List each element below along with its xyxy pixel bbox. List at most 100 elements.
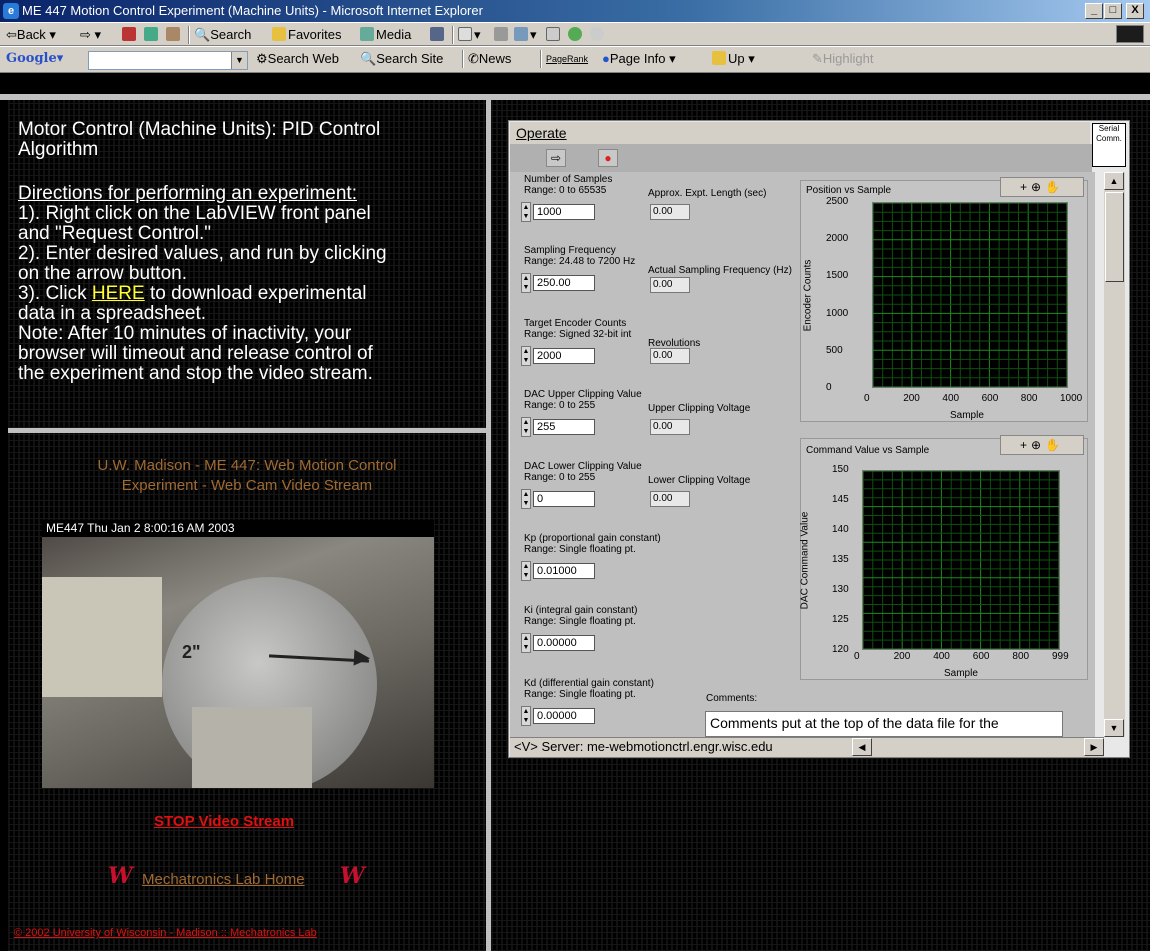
increment-decrement-spinner[interactable]: ▲ ▼ bbox=[521, 346, 531, 366]
uw-logo-right-icon: W bbox=[340, 863, 365, 889]
up-button[interactable]: Up ▾ bbox=[712, 50, 755, 68]
standard-toolbar: ⇦Back ▾ ⇨ ▾ 🔍Search Favorites Media ▾ ▾ bbox=[0, 22, 1150, 46]
scroll-up-button[interactable]: ▲ bbox=[1104, 172, 1124, 190]
google-menu-button[interactable]: Google▾ bbox=[6, 50, 63, 68]
edit-button[interactable]: ▾ bbox=[514, 26, 537, 44]
increment-decrement-spinner[interactable]: ▲ ▼ bbox=[521, 561, 531, 581]
discuss-icon bbox=[546, 27, 560, 41]
maximize-button[interactable]: □ bbox=[1104, 3, 1122, 19]
indicator-value: 0.00 bbox=[650, 204, 690, 220]
toolbar-separator bbox=[540, 50, 542, 68]
media-button[interactable]: Media bbox=[360, 26, 411, 44]
print-button[interactable] bbox=[494, 26, 510, 44]
graph-palette[interactable]: +⊕✋ bbox=[1000, 177, 1084, 197]
disk-size-label: 2" bbox=[182, 642, 201, 662]
run-arrow-button[interactable]: ⇨ bbox=[546, 149, 566, 167]
y-tick-label: 500 bbox=[826, 344, 843, 356]
y-tick-label: 0 bbox=[826, 382, 832, 393]
control-value-input[interactable]: 250.00 bbox=[533, 275, 595, 291]
control-value-input[interactable]: 0.00000 bbox=[533, 708, 595, 724]
page-info-button[interactable]: ●Page Info ▾ bbox=[602, 50, 676, 68]
search-button[interactable]: 🔍Search bbox=[194, 26, 251, 44]
favorites-button[interactable]: Favorites bbox=[272, 26, 341, 44]
close-button[interactable]: X bbox=[1126, 3, 1144, 19]
forward-button[interactable]: ⇨ ▾ bbox=[80, 26, 101, 44]
home-button[interactable] bbox=[166, 26, 182, 44]
scroll-right-button[interactable]: ▶ bbox=[1084, 738, 1104, 756]
search-site-button[interactable]: 🔍Search Site bbox=[360, 50, 443, 68]
window-title-bar[interactable]: e ME 447 Motion Control Experiment (Mach… bbox=[0, 0, 1150, 22]
copyright-link[interactable]: © 2002 University of Wisconsin - Madison… bbox=[14, 927, 317, 939]
mail-button[interactable]: ▾ bbox=[458, 26, 481, 44]
uw-logo-left-icon: W bbox=[108, 863, 133, 889]
operate-menu[interactable]: Operate bbox=[510, 122, 1090, 144]
research-button[interactable] bbox=[590, 26, 606, 44]
control-value-input[interactable]: 2000 bbox=[533, 348, 595, 364]
command-graph-title: Command Value vs Sample bbox=[806, 445, 930, 456]
labview-toolbar: ⇨ ● bbox=[510, 144, 1092, 172]
directions-header: Directions for performing an experiment: bbox=[18, 183, 357, 204]
stop-button[interactable] bbox=[122, 26, 138, 44]
edit-icon bbox=[514, 27, 528, 41]
control-range: Range: 0 to 65535 bbox=[524, 185, 607, 196]
discuss-button[interactable] bbox=[546, 26, 562, 44]
mechatronics-home-link[interactable]: Mechatronics Lab Home bbox=[142, 871, 305, 888]
command-plot-area[interactable] bbox=[862, 470, 1061, 651]
panel-horizontal-scrollbar[interactable]: ◀ ▶ bbox=[852, 737, 1104, 757]
comments-textbox[interactable]: Comments put at the top of the data file… bbox=[705, 711, 1063, 737]
history-button[interactable] bbox=[430, 26, 446, 44]
control-range: Range: 24.48 to 7200 Hz bbox=[524, 256, 636, 267]
messenger-icon bbox=[568, 27, 582, 41]
indicator-label: Actual Sampling Frequency (Hz) bbox=[648, 265, 792, 276]
x-tick-label: 1000 bbox=[1060, 393, 1083, 404]
back-arrow-icon: ⇦ bbox=[6, 27, 17, 42]
chevron-down-icon[interactable]: ▼ bbox=[231, 52, 247, 69]
refresh-button[interactable] bbox=[144, 26, 160, 44]
minimize-button[interactable]: _ bbox=[1085, 3, 1103, 19]
control-value-input[interactable]: 0 bbox=[533, 491, 595, 507]
increment-decrement-spinner[interactable]: ▲ ▼ bbox=[521, 273, 531, 293]
scroll-left-button[interactable]: ◀ bbox=[852, 738, 872, 756]
y-tick-label: 130 bbox=[832, 584, 849, 595]
note-text-cont: browser will timeout and release control… bbox=[18, 343, 373, 364]
control-value-input[interactable]: 0.01000 bbox=[533, 563, 595, 579]
control-value-input[interactable]: 255 bbox=[533, 419, 595, 435]
search-icon: 🔍 bbox=[194, 27, 211, 42]
instructions-frame: Motor Control (Machine Units): PID Contr… bbox=[8, 100, 486, 428]
news-button[interactable]: ✆News bbox=[468, 50, 511, 68]
refresh-icon bbox=[144, 27, 158, 41]
page-title-line1: Motor Control (Machine Units): PID Contr… bbox=[18, 119, 381, 140]
disk-arrowhead bbox=[353, 649, 371, 667]
back-button[interactable]: ⇦Back ▾ bbox=[6, 26, 56, 44]
step1-text: 1). Right click on the LabVIEW front pan… bbox=[18, 203, 371, 224]
control-value-input[interactable]: 1000 bbox=[533, 204, 595, 220]
webcam-video[interactable]: 2" bbox=[42, 537, 434, 788]
increment-decrement-spinner[interactable]: ▲ ▼ bbox=[521, 489, 531, 509]
abort-button[interactable]: ● bbox=[598, 149, 618, 167]
pagerank-indicator[interactable]: PageRank bbox=[546, 50, 588, 68]
search-web-button[interactable]: ⚙Search Web bbox=[256, 50, 339, 68]
highlight-icon: ✎ bbox=[812, 51, 823, 66]
control-value-input[interactable]: 0.00000 bbox=[533, 635, 595, 651]
messenger-button[interactable] bbox=[568, 26, 584, 44]
position-plot-area[interactable] bbox=[872, 202, 1069, 389]
scroll-down-button[interactable]: ▼ bbox=[1104, 719, 1124, 737]
panel-vertical-scrollbar[interactable]: ▲ ▼ bbox=[1104, 172, 1125, 737]
increment-decrement-spinner[interactable]: ▲ ▼ bbox=[521, 633, 531, 653]
increment-decrement-spinner[interactable]: ▲ ▼ bbox=[521, 202, 531, 222]
highlight-button[interactable]: ✎Highlight bbox=[812, 50, 874, 68]
download-data-link[interactable]: HERE bbox=[92, 283, 145, 304]
step3-text: 3). Click HERE to download experimental bbox=[18, 283, 367, 304]
google-search-input[interactable]: ▼ bbox=[88, 51, 248, 70]
content-top bbox=[0, 73, 1150, 94]
graph-palette[interactable]: +⊕✋ bbox=[1000, 435, 1084, 455]
news-icon: ✆ bbox=[468, 51, 479, 66]
position-x-label: Sample bbox=[950, 410, 984, 421]
increment-decrement-spinner[interactable]: ▲ ▼ bbox=[521, 706, 531, 726]
scroll-thumb[interactable] bbox=[1105, 192, 1124, 282]
increment-decrement-spinner[interactable]: ▲ ▼ bbox=[521, 417, 531, 437]
indicator-value: 0.00 bbox=[650, 491, 690, 507]
stop-video-link[interactable]: STOP Video Stream bbox=[154, 813, 294, 830]
comments-label: Comments: bbox=[706, 693, 758, 704]
control-range: Range: 0 to 255 bbox=[524, 472, 596, 483]
